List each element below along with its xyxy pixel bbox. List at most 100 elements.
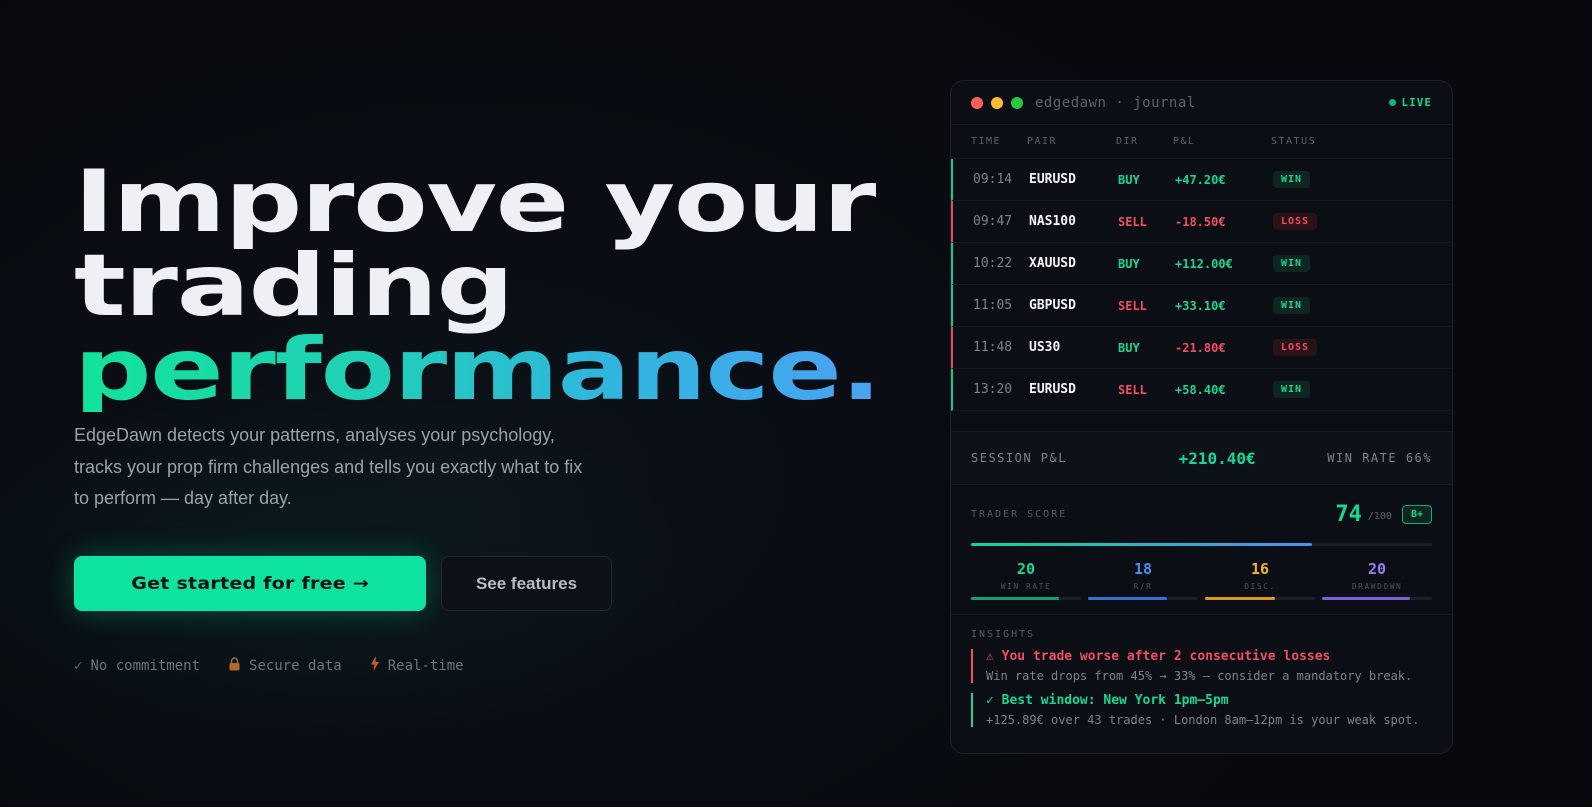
subscore-bar (1205, 597, 1315, 600)
table-row[interactable]: 11:48 US30 BUY -21.80€ LOSS (951, 327, 1452, 369)
trader-score: TRADER SCORE 74 /100 B+ 20 WIN RATE 18 R/R 1… (951, 485, 1452, 615)
badge-no-commitment: ✓ No commitment (74, 656, 200, 675)
live-indicator: LIVE (1388, 96, 1433, 109)
trader-score-bar (971, 543, 1432, 546)
cell-status: WIN (1273, 381, 1373, 398)
insights-list: ⚠ You trade worse after 2 consecutive lo… (971, 649, 1432, 727)
cell-pl: +47.20€ (1175, 172, 1226, 187)
subscore-bar-fill (971, 597, 1059, 600)
cell-time: 11:05 (973, 298, 1013, 313)
cell-pl: -21.80€ (1175, 340, 1226, 355)
subscore-label: R/R (1133, 582, 1153, 591)
table-row[interactable]: 13:20 EURUSD SELL +58.40€ WIN (951, 369, 1452, 411)
journal-window: edgedawn · journal LIVE TIME PAIR DIR P&… (950, 80, 1453, 754)
cell-pl: +33.10€ (1175, 298, 1226, 313)
check-icon: ✓ (74, 657, 83, 674)
cell-pl: +58.40€ (1175, 382, 1226, 397)
col-pair: PAIR (1027, 136, 1058, 147)
insight-title: ✓ Best window: New York 1pm–5pm (986, 693, 1229, 708)
subscore-bar-fill (1088, 597, 1168, 600)
badge-secure-data: Secure data (228, 656, 342, 675)
insights: INSIGHTS ⚠ You trade worse after 2 conse… (951, 615, 1452, 727)
insights-label: INSIGHTS (971, 629, 1036, 640)
subscore-bar-fill (1322, 597, 1410, 600)
cell-direction: BUY (1118, 172, 1140, 187)
lock-icon (228, 656, 241, 675)
minimize-dot-icon[interactable] (991, 96, 1003, 109)
insight-title: ⚠ You trade worse after 2 consecutive lo… (986, 649, 1331, 664)
trust-badges: ✓ No commitment Secure data Real-time (74, 656, 464, 675)
cell-direction: BUY (1118, 256, 1140, 271)
hero-description: EdgeDawn detects your patterns, analyses… (74, 425, 583, 508)
status-badge: WIN (1273, 171, 1311, 188)
subscore: 20 DRAWDOWN (1322, 560, 1432, 600)
cell-pair: US30 (1029, 340, 1061, 355)
col-dir: DIR (1116, 136, 1139, 147)
cell-direction: BUY (1118, 340, 1140, 355)
cell-status: WIN (1273, 297, 1373, 314)
get-started-button[interactable]: Get started for free → (74, 556, 426, 611)
status-badge: LOSS (1273, 339, 1318, 356)
cell-pair: EURUSD (1029, 382, 1076, 397)
status-badge: WIN (1273, 381, 1311, 398)
trades-table-header: TIME PAIR DIR P&L STATUS (951, 125, 1452, 159)
insight-detail: +125.89€ over 43 trades · London 8am–12p… (986, 713, 1420, 727)
see-features-button[interactable]: See features (441, 556, 612, 611)
cell-pair: GBPUSD (1029, 298, 1076, 313)
cell-time: 09:47 (973, 214, 1013, 229)
window-title: edgedawn · journal (1035, 94, 1196, 111)
badge-label: Secure data (249, 657, 342, 674)
hero-headline: Improve your trading performance. (74, 159, 894, 420)
col-status: STATUS (1271, 136, 1317, 147)
trader-score-bar-fill (971, 543, 1313, 546)
window-titlebar: edgedawn · journal LIVE (951, 81, 1452, 125)
live-dot-icon (1388, 99, 1396, 106)
badge-label: Real-time (387, 657, 464, 674)
cell-direction: SELL (1118, 298, 1147, 313)
cell-status: LOSS (1273, 339, 1373, 356)
subscore-value: 16 (1250, 560, 1270, 578)
subscore-bar (971, 597, 1081, 600)
table-row[interactable]: 09:47 NAS100 SELL -18.50€ LOSS (951, 201, 1452, 243)
cell-direction: SELL (1118, 214, 1147, 229)
subscores: 20 WIN RATE 18 R/R 16 DISC. 20 DRAWDOWN (971, 560, 1432, 600)
table-row[interactable]: 11:05 GBPUSD SELL +33.10€ WIN (951, 285, 1452, 327)
subscore-bar-fill (1205, 597, 1276, 600)
col-time: TIME (971, 136, 1002, 147)
table-row[interactable]: 10:22 XAUUSD BUY +112.00€ WIN (951, 243, 1452, 285)
subscore-value: 20 (1016, 560, 1036, 578)
trader-score-label: TRADER SCORE (971, 508, 1068, 520)
cell-pl: +112.00€ (1175, 256, 1233, 271)
table-row[interactable]: 09:14 EURUSD BUY +47.20€ WIN (951, 159, 1452, 201)
grade-badge: B+ (1401, 504, 1432, 524)
subscore-value: 18 (1133, 560, 1153, 578)
cta-row: Get started for free → See features (74, 556, 612, 611)
insight-item: ✓ Best window: New York 1pm–5pm +125.89€ … (971, 693, 1432, 727)
status-badge: WIN (1273, 255, 1311, 272)
cell-status: WIN (1273, 171, 1373, 188)
session-pl-value: +210.40€ (1178, 448, 1256, 468)
trader-score-max: /100 (1367, 510, 1392, 522)
close-dot-icon[interactable] (971, 96, 983, 109)
cell-status: WIN (1273, 255, 1373, 272)
cell-time: 10:22 (973, 256, 1013, 271)
session-pl-label: SESSION P&L (971, 451, 1067, 465)
subscore-value: 20 (1367, 560, 1387, 578)
maximize-dot-icon[interactable] (1011, 96, 1023, 109)
cell-pair: EURUSD (1029, 172, 1076, 187)
cell-status: LOSS (1273, 213, 1373, 230)
cell-direction: SELL (1118, 382, 1147, 397)
insight-item: ⚠ You trade worse after 2 consecutive lo… (971, 649, 1432, 683)
bolt-icon (370, 656, 380, 675)
cell-pl: -18.50€ (1175, 214, 1226, 229)
subscore: 20 WIN RATE (971, 560, 1081, 600)
subscore-bar (1088, 597, 1198, 600)
trades-table-body: 09:14 EURUSD BUY +47.20€ WIN 09:47 NAS100 SELL -… (951, 159, 1452, 411)
subscore-label: WIN RATE (1000, 582, 1052, 591)
headline-line-3-gradient: performance. (74, 320, 882, 420)
cell-pair: XAUUSD (1029, 256, 1076, 271)
session-summary: SESSION P&L +210.40€ WIN RATE 66% (951, 431, 1452, 485)
subscore: 18 R/R (1088, 560, 1198, 600)
cell-time: 11:48 (973, 340, 1013, 355)
col-pl: P&L (1173, 136, 1196, 147)
